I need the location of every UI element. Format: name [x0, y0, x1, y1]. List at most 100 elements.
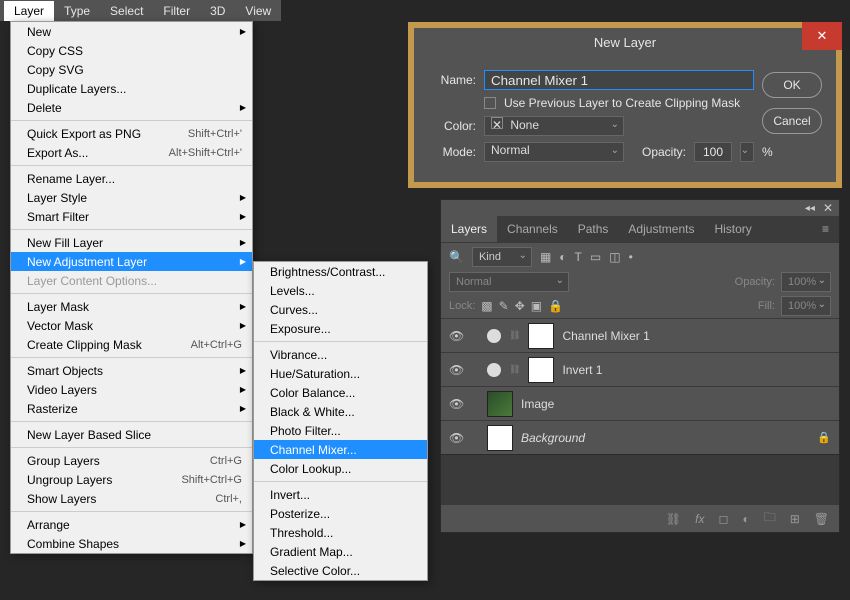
collapse-icon[interactable]: ◂◂ [805, 203, 815, 214]
adjustment-submenu-item[interactable]: Vibrance... [254, 345, 427, 364]
menu-3d[interactable]: 3D [200, 1, 235, 21]
filter-pixel-icon[interactable]: ▦ [540, 250, 551, 264]
adjustment-submenu-item[interactable]: Posterize... [254, 504, 427, 523]
layer-menu-item[interactable]: Ungroup LayersShift+Ctrl+G [11, 470, 252, 489]
layer-row[interactable]: 👁 Image [441, 386, 839, 420]
tab-layers[interactable]: Layers [441, 216, 497, 242]
mask-thumbnail[interactable] [528, 357, 554, 383]
lock-icon[interactable]: 🔒 [817, 431, 831, 444]
ok-button[interactable]: OK [762, 72, 822, 98]
layer-menu-item[interactable]: Rename Layer... [11, 169, 252, 188]
lock-paint-icon[interactable]: ✎ [499, 299, 509, 313]
menu-filter[interactable]: Filter [153, 1, 200, 21]
visibility-icon[interactable]: 👁 [449, 431, 463, 445]
color-select[interactable]: ✕ None [484, 116, 624, 136]
layer-menu-item[interactable]: Show LayersCtrl+, [11, 489, 252, 508]
opacity-stepper[interactable] [740, 142, 754, 162]
tab-paths[interactable]: Paths [568, 216, 619, 242]
fx-icon[interactable]: fx [695, 512, 704, 526]
lock-artboard-icon[interactable]: ▣ [531, 299, 542, 313]
fill-input[interactable]: 100% [781, 296, 831, 316]
layer-name[interactable]: Image [521, 397, 831, 411]
layer-menu-item[interactable]: Export As...Alt+Shift+Ctrl+' [11, 143, 252, 162]
layer-name[interactable]: Invert 1 [562, 363, 831, 377]
layer-menu-item[interactable]: Smart Filter [11, 207, 252, 226]
cancel-button[interactable]: Cancel [762, 108, 822, 134]
layer-menu-item[interactable]: New Adjustment Layer [11, 252, 252, 271]
adjustment-submenu-item[interactable]: Channel Mixer... [254, 440, 427, 459]
visibility-icon[interactable]: 👁 [449, 329, 463, 343]
dialog-titlebar[interactable]: New Layer ✕ [414, 28, 836, 56]
adjustment-submenu-item[interactable]: Threshold... [254, 523, 427, 542]
layer-thumbnail[interactable] [487, 425, 513, 451]
mask-icon[interactable]: ◻ [718, 512, 728, 526]
layer-menu-item[interactable]: Smart Objects [11, 361, 252, 380]
adjustment-submenu-item[interactable]: Invert... [254, 485, 427, 504]
adjustment-submenu-item[interactable]: Exposure... [254, 319, 427, 338]
lock-all-icon[interactable]: 🔒 [548, 299, 563, 313]
layer-menu-item[interactable]: Layer Mask [11, 297, 252, 316]
filter-adjust-icon[interactable]: ◐ [559, 250, 566, 264]
menu-select[interactable]: Select [100, 1, 153, 21]
layer-menu-item[interactable]: New [11, 22, 252, 41]
layer-menu-item[interactable]: Quick Export as PNGShift+Ctrl+' [11, 124, 252, 143]
layer-thumbnail[interactable] [487, 391, 513, 417]
layer-menu-item[interactable]: Create Clipping MaskAlt+Ctrl+G [11, 335, 252, 354]
panel-menu-icon[interactable]: ≡ [812, 216, 839, 242]
visibility-icon[interactable]: 👁 [449, 397, 463, 411]
lock-position-icon[interactable]: ✥ [515, 299, 525, 313]
adjustment-submenu-item[interactable]: Black & White... [254, 402, 427, 421]
layer-drop-zone[interactable] [441, 454, 839, 504]
delete-layer-icon[interactable]: 🗑 [814, 512, 829, 526]
menu-layer[interactable]: Layer [4, 1, 54, 21]
layer-menu-item[interactable]: New Fill Layer [11, 233, 252, 252]
clipping-checkbox[interactable] [484, 97, 496, 109]
layer-menu-item[interactable]: New Layer Based Slice [11, 425, 252, 444]
close-button[interactable]: ✕ [802, 22, 842, 50]
lock-transparency-icon[interactable]: ▩ [481, 299, 492, 313]
filter-kind-select[interactable]: Kind [472, 247, 532, 267]
tab-channels[interactable]: Channels [497, 216, 568, 242]
adjustment-submenu-item[interactable]: Hue/Saturation... [254, 364, 427, 383]
adjustment-submenu-item[interactable]: Levels... [254, 281, 427, 300]
menu-view[interactable]: View [235, 1, 281, 21]
adjustment-submenu-item[interactable]: Color Lookup... [254, 459, 427, 478]
layer-menu-item[interactable]: Group LayersCtrl+G [11, 451, 252, 470]
adjustment-submenu-item[interactable]: Color Balance... [254, 383, 427, 402]
adjustment-icon[interactable]: ◐ [742, 512, 749, 526]
layer-name[interactable]: Background [521, 431, 809, 445]
tab-adjustments[interactable]: Adjustments [618, 216, 704, 242]
menu-type[interactable]: Type [54, 1, 100, 21]
filter-shape-icon[interactable]: ▭ [590, 250, 601, 264]
tab-history[interactable]: History [704, 216, 761, 242]
new-layer-icon[interactable]: ⊞ [790, 512, 800, 526]
adjustment-submenu-item[interactable]: Selective Color... [254, 561, 427, 580]
adjustment-submenu-item[interactable]: Brightness/Contrast... [254, 262, 427, 281]
adjustment-submenu-item[interactable]: Gradient Map... [254, 542, 427, 561]
opacity-input[interactable]: 100 [694, 142, 732, 162]
layer-menu-item[interactable]: Duplicate Layers... [11, 79, 252, 98]
name-input[interactable] [484, 70, 754, 90]
layer-row[interactable]: 👁⛓Invert 1 [441, 352, 839, 386]
layer-menu-item[interactable]: Arrange [11, 515, 252, 534]
layer-menu-item[interactable]: Delete [11, 98, 252, 117]
layer-menu-item[interactable]: Copy SVG [11, 60, 252, 79]
layer-menu-item[interactable]: Rasterize [11, 399, 252, 418]
panel-opacity-input[interactable]: 100% [781, 272, 831, 292]
filter-smart-icon[interactable]: ◫ [609, 250, 620, 264]
mode-select[interactable]: Normal [484, 142, 624, 162]
visibility-icon[interactable]: 👁 [449, 363, 463, 377]
panel-close-icon[interactable]: ✕ [823, 201, 833, 215]
adjustment-submenu-item[interactable]: Curves... [254, 300, 427, 319]
layer-menu-item[interactable]: Copy CSS [11, 41, 252, 60]
link-layers-icon[interactable]: ⛓ [666, 512, 681, 526]
layer-menu-item[interactable]: Video Layers [11, 380, 252, 399]
layer-menu-item[interactable]: Layer Style [11, 188, 252, 207]
layer-row[interactable]: 👁⛓Channel Mixer 1 [441, 318, 839, 352]
filter-type-icon[interactable]: T [575, 250, 582, 264]
layer-menu-item[interactable]: Combine Shapes [11, 534, 252, 553]
mask-thumbnail[interactable] [528, 323, 554, 349]
filter-artboard-icon[interactable]: • [629, 250, 633, 264]
adjustment-submenu-item[interactable]: Photo Filter... [254, 421, 427, 440]
group-icon[interactable]: 🗀 [764, 508, 776, 529]
